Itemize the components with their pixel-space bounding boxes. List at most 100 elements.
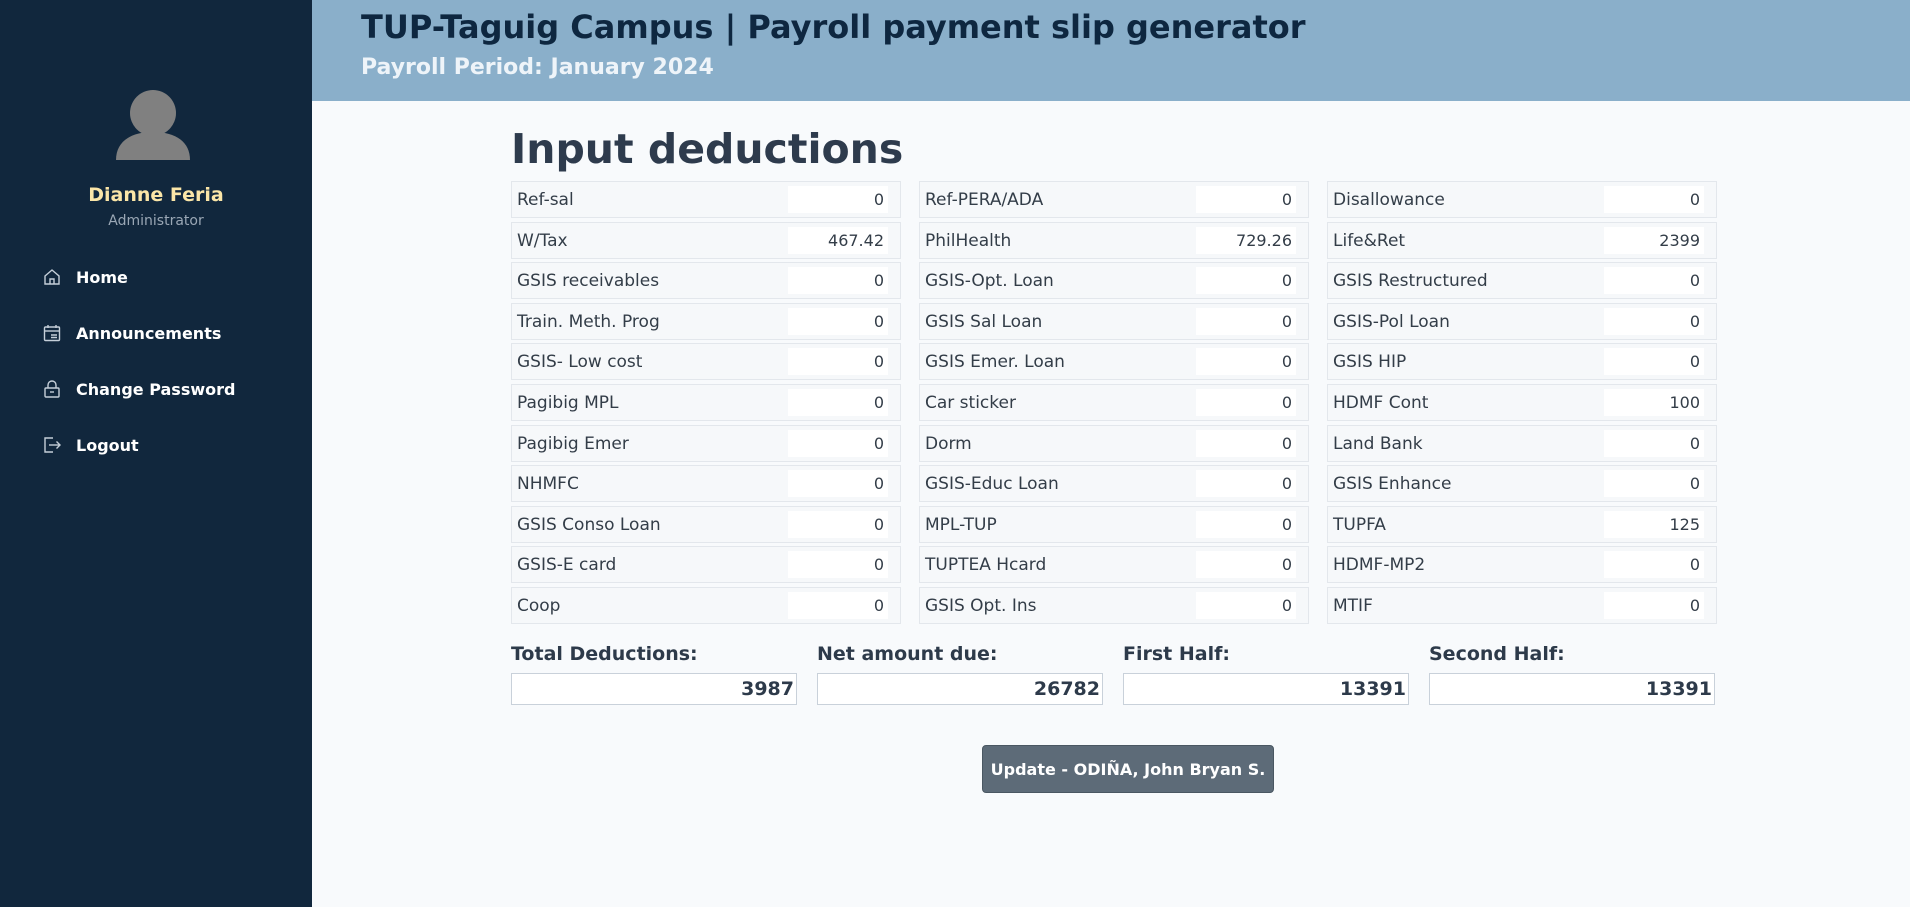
deduction-input[interactable] xyxy=(1196,227,1296,254)
deduction-field: Land Bank xyxy=(1327,425,1717,462)
deduction-label: GSIS-Opt. Loan xyxy=(925,270,1054,291)
deduction-label: GSIS-Educ Loan xyxy=(925,473,1059,494)
deduction-input[interactable] xyxy=(1196,551,1296,578)
calendar-icon xyxy=(42,323,62,343)
total-deductions-input[interactable] xyxy=(511,673,797,705)
deduction-field: MPL-TUP xyxy=(919,506,1309,543)
deduction-input[interactable] xyxy=(1196,430,1296,457)
nav-home[interactable]: Home xyxy=(42,262,128,292)
deduction-input[interactable] xyxy=(1604,592,1704,619)
update-button[interactable]: Update - ODIÑA, John Bryan S. xyxy=(982,745,1274,793)
deduction-label: TUPFA xyxy=(1333,514,1386,535)
deduction-field: Car sticker xyxy=(919,384,1309,421)
deduction-input[interactable] xyxy=(1196,511,1296,538)
deduction-label: GSIS Opt. Ins xyxy=(925,595,1037,616)
deduction-field: PhilHealth xyxy=(919,222,1309,259)
deduction-field: Pagibig MPL xyxy=(511,384,901,421)
section-title: Input deductions xyxy=(511,125,904,173)
deduction-field: TUPFA xyxy=(1327,506,1717,543)
deduction-input[interactable] xyxy=(1196,470,1296,497)
deduction-label: GSIS Enhance xyxy=(1333,473,1452,494)
deduction-input[interactable] xyxy=(1196,389,1296,416)
deduction-input[interactable] xyxy=(788,470,888,497)
deduction-label: GSIS Restructured xyxy=(1333,270,1488,291)
deduction-field: W/Tax xyxy=(511,222,901,259)
deduction-input[interactable] xyxy=(788,308,888,335)
home-icon xyxy=(42,267,62,287)
nav-logout[interactable]: Logout xyxy=(42,430,139,460)
deduction-input[interactable] xyxy=(788,348,888,375)
deduction-label: GSIS receivables xyxy=(517,270,660,291)
deduction-input[interactable] xyxy=(1604,389,1704,416)
deduction-input[interactable] xyxy=(788,511,888,538)
deduction-input[interactable] xyxy=(788,186,888,213)
deduction-input[interactable] xyxy=(788,267,888,294)
deduction-input[interactable] xyxy=(1604,551,1704,578)
deduction-label: HDMF Cont xyxy=(1333,392,1429,413)
first-half: First Half: xyxy=(1123,643,1409,705)
deduction-label: MTIF xyxy=(1333,595,1373,616)
deduction-field: Coop xyxy=(511,587,901,624)
deduction-field: Disallowance xyxy=(1327,181,1717,218)
total-deductions: Total Deductions: xyxy=(511,643,797,705)
deduction-input[interactable] xyxy=(1196,267,1296,294)
deduction-label: GSIS Emer. Loan xyxy=(925,351,1065,372)
deduction-input[interactable] xyxy=(1196,308,1296,335)
deduction-input[interactable] xyxy=(788,389,888,416)
deduction-input[interactable] xyxy=(1604,227,1704,254)
deduction-input[interactable] xyxy=(788,551,888,578)
deduction-input[interactable] xyxy=(788,227,888,254)
deduction-label: PhilHealth xyxy=(925,230,1012,251)
net-amount-due-input[interactable] xyxy=(817,673,1103,705)
deduction-input[interactable] xyxy=(1604,470,1704,497)
deduction-label: Ref-sal xyxy=(517,189,574,210)
total-deductions-label: Total Deductions: xyxy=(511,643,698,665)
nav-change-password[interactable]: Change Password xyxy=(42,374,235,404)
deduction-input[interactable] xyxy=(1196,348,1296,375)
deduction-field: GSIS Conso Loan xyxy=(511,506,901,543)
user-role: Administrator xyxy=(108,213,204,229)
payroll-period: Payroll Period: January 2024 xyxy=(361,55,714,80)
deduction-input[interactable] xyxy=(1604,308,1704,335)
nav-announcements-label: Announcements xyxy=(76,323,222,343)
deduction-input[interactable] xyxy=(1604,186,1704,213)
deduction-input[interactable] xyxy=(788,592,888,619)
deduction-field: GSIS receivables xyxy=(511,262,901,299)
deduction-input[interactable] xyxy=(1196,592,1296,619)
deduction-field: HDMF-MP2 xyxy=(1327,546,1717,583)
deduction-input[interactable] xyxy=(1604,348,1704,375)
logout-icon xyxy=(42,435,62,455)
first-half-input[interactable] xyxy=(1123,673,1409,705)
nav-home-label: Home xyxy=(76,267,128,287)
deduction-field: GSIS-Opt. Loan xyxy=(919,262,1309,299)
deduction-field: Ref-sal xyxy=(511,181,901,218)
deduction-label: Pagibig MPL xyxy=(517,392,619,413)
deduction-input[interactable] xyxy=(1604,511,1704,538)
deduction-label: Disallowance xyxy=(1333,189,1445,210)
deduction-input[interactable] xyxy=(1604,267,1704,294)
deduction-field: Pagibig Emer xyxy=(511,425,901,462)
page-header: TUP-Taguig Campus | Payroll payment slip… xyxy=(312,0,1910,101)
nav-announcements[interactable]: Announcements xyxy=(42,318,221,348)
second-half-input[interactable] xyxy=(1429,673,1715,705)
deduction-field: GSIS Restructured xyxy=(1327,262,1717,299)
deduction-field: TUPTEA Hcard xyxy=(919,546,1309,583)
nav-change-password-label: Change Password xyxy=(76,379,236,399)
deduction-input[interactable] xyxy=(788,430,888,457)
deduction-label: Car sticker xyxy=(925,392,1016,413)
deduction-field: Ref-PERA/ADA xyxy=(919,181,1309,218)
nav-logout-label: Logout xyxy=(76,435,139,455)
deduction-label: GSIS-E card xyxy=(517,554,617,575)
deduction-input[interactable] xyxy=(1604,430,1704,457)
deduction-field: Life&Ret xyxy=(1327,222,1717,259)
deduction-label: Dorm xyxy=(925,433,972,454)
deduction-field: GSIS-Educ Loan xyxy=(919,465,1309,502)
deduction-label: MPL-TUP xyxy=(925,514,997,535)
deduction-input[interactable] xyxy=(1196,186,1296,213)
deduction-field: GSIS-Pol Loan xyxy=(1327,303,1717,340)
deduction-label: GSIS HIP xyxy=(1333,351,1407,372)
net-amount-due-label: Net amount due: xyxy=(817,643,998,665)
deduction-field: MTIF xyxy=(1327,587,1717,624)
deduction-label: Train. Meth. Prog xyxy=(517,311,660,332)
deduction-field: HDMF Cont xyxy=(1327,384,1717,421)
